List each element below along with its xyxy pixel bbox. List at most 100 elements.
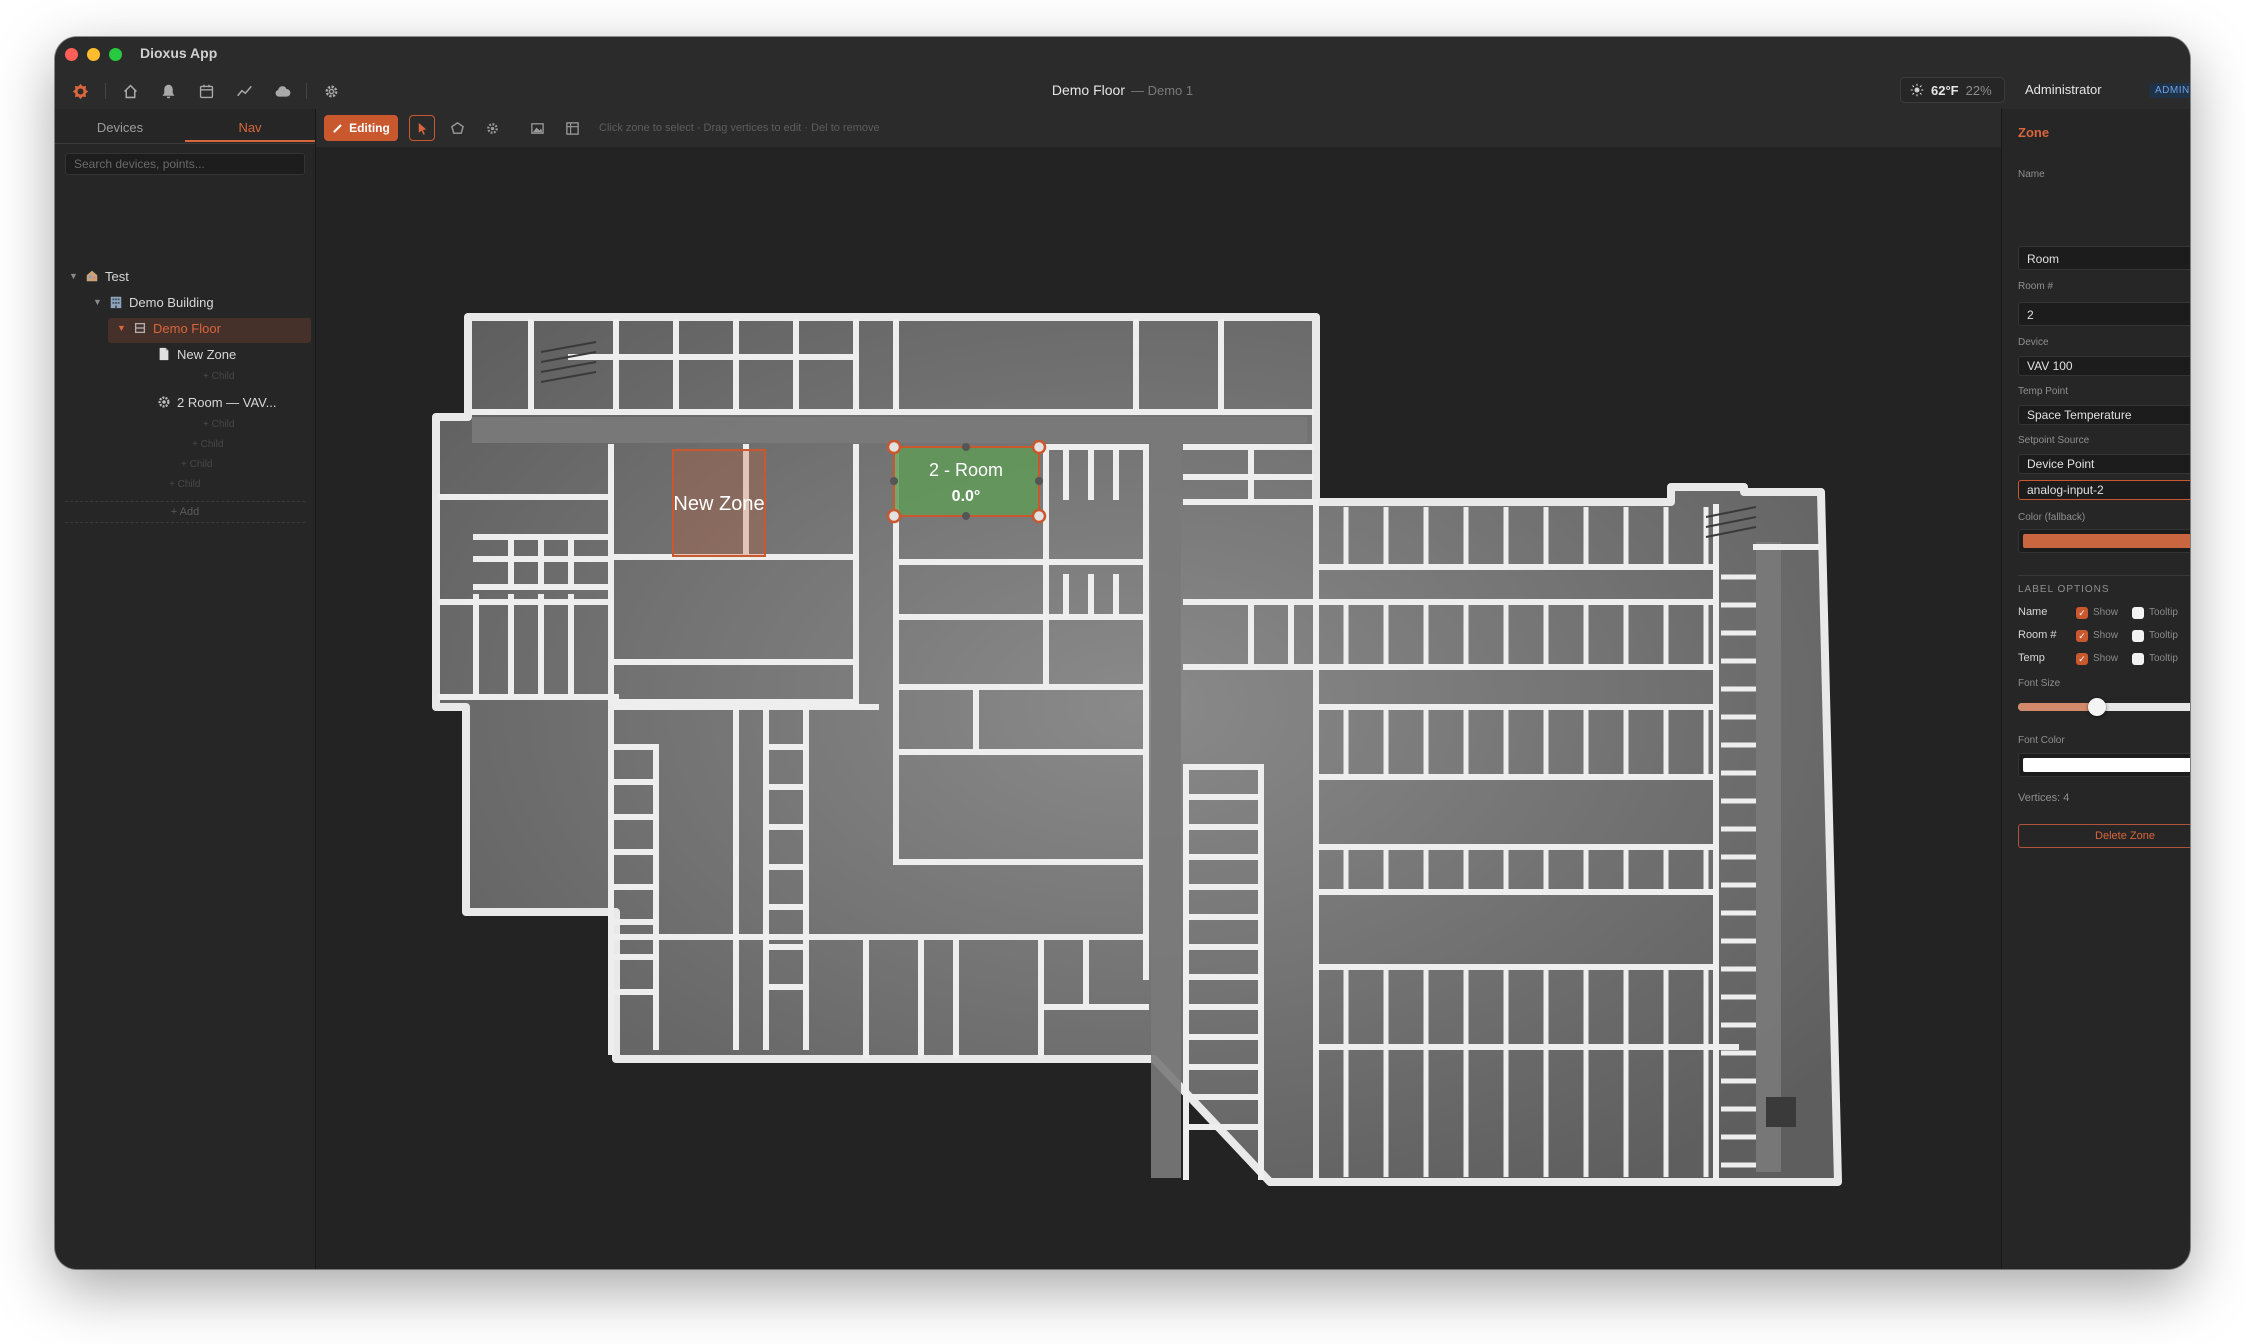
editor-toolbar: Editing Click zone to select · Drag vert… <box>316 109 2001 148</box>
show-label: Show <box>2093 607 2119 618</box>
vertex-handle[interactable] <box>1031 508 1047 524</box>
tooltip-label: Tooltip <box>2149 653 2178 664</box>
show-checkbox[interactable]: ✓ <box>2076 630 2088 642</box>
setpoint-source-select[interactable]: Device Point⬍ <box>2018 454 2190 474</box>
device-tool-button[interactable] <box>479 115 505 141</box>
image-icon <box>530 122 544 134</box>
tree-item-new-zone[interactable]: New Zone <box>157 342 236 366</box>
tooltip-checkbox[interactable] <box>2132 630 2144 642</box>
tooltip-checkbox[interactable] <box>2132 653 2144 665</box>
show-label: Show <box>2093 630 2119 641</box>
tooltip-checkbox[interactable] <box>2132 607 2144 619</box>
tree-item-label: Demo Building <box>129 294 214 310</box>
grid-tool-button[interactable] <box>559 115 585 141</box>
midpoint-handle[interactable] <box>890 477 898 485</box>
chevron-down-icon[interactable]: ▼ <box>69 271 79 281</box>
close-window-button[interactable] <box>65 48 78 61</box>
label-option-room: Room # ✓ Show Tooltip <box>2018 628 2190 644</box>
search-input[interactable] <box>65 153 305 175</box>
setpoint-source-label: Setpoint Source <box>2018 435 2090 446</box>
vertex-handle[interactable] <box>886 508 902 524</box>
app-title: Dioxus App <box>140 45 218 61</box>
grid-icon <box>565 121 579 135</box>
setpoint-source-value: Device Point <box>2027 457 2095 471</box>
color-fallback-picker[interactable] <box>2018 529 2190 553</box>
vertex-handle[interactable] <box>886 439 902 455</box>
user-name[interactable]: Administrator <box>2025 82 2102 97</box>
add-child-ghost[interactable]: + Child <box>192 439 223 450</box>
tree-item-label: Demo Floor <box>153 320 221 336</box>
chevron-down-icon[interactable]: ▼ <box>93 297 103 307</box>
temp-point-select[interactable]: Space Temperature⬍ <box>2018 405 2190 425</box>
zone-properties-panel: Zone Name Room Room # 2 Device VAV 100⬍ … <box>2001 109 2190 1269</box>
name-label: Name <box>2018 169 2045 180</box>
tooltip-label: Tooltip <box>2149 607 2178 618</box>
tree-item-demo-floor[interactable]: ▼ Demo Floor <box>117 316 221 340</box>
temp-point-select-value: Space Temperature <box>2027 408 2132 422</box>
vertex-count: Vertices: 4 <box>2018 792 2070 804</box>
polygon-tool-button[interactable] <box>444 115 470 141</box>
show-label: Show <box>2093 653 2119 664</box>
font-color-picker[interactable] <box>2018 753 2190 777</box>
font-size-slider[interactable] <box>2018 698 2190 716</box>
gear-icon <box>486 122 498 134</box>
zone-label-room: 2 - Room <box>929 460 1003 480</box>
tree-item-room-vav[interactable]: 2 Room — VAV... <box>157 390 276 414</box>
section-divider <box>2018 575 2190 576</box>
zone-name-field[interactable]: Room <box>2018 246 2190 270</box>
slider-fill <box>2018 703 2098 711</box>
pencil-icon <box>333 124 342 133</box>
page-title: Demo Floor — Demo 1 <box>55 82 2190 98</box>
device-label: Device <box>2018 337 2049 348</box>
page-title-text: Demo Floor <box>1051 82 1125 98</box>
minimize-window-button[interactable] <box>87 48 100 61</box>
font-color-swatch <box>2023 758 2190 772</box>
tree-item-demo-building[interactable]: ▼ Demo Building <box>93 290 214 314</box>
select-tool-button[interactable] <box>409 115 435 141</box>
active-tab-indicator <box>185 140 315 142</box>
font-size-label: Font Size <box>2018 678 2061 689</box>
midpoint-handle[interactable] <box>1035 477 1043 485</box>
option-name: Room # <box>2018 629 2057 641</box>
room-number-label: Room # <box>2018 281 2054 292</box>
chevron-down-icon[interactable]: ▼ <box>117 323 127 333</box>
tree-item-label: Test <box>105 268 129 284</box>
midpoint-handle[interactable] <box>962 443 970 451</box>
tree-item-label: New Zone <box>177 346 237 362</box>
sidebar-tabs: Devices Nav <box>55 109 315 144</box>
zone-temp-label: 0.0° <box>952 488 981 505</box>
tab-devices[interactable]: Devices <box>55 120 185 135</box>
show-checkbox[interactable]: ✓ <box>2076 653 2088 665</box>
zone-new-zone[interactable]: New Zone <box>672 449 766 557</box>
setpoint-point-select[interactable]: analog-input-2⬍ <box>2018 480 2190 500</box>
add-child-ghost[interactable]: + Child <box>169 479 200 490</box>
editing-toggle-button[interactable]: Editing <box>324 115 398 141</box>
device-select[interactable]: VAV 100⬍ <box>2018 356 2190 376</box>
add-node-button[interactable]: + Add <box>65 501 305 523</box>
zoom-window-button[interactable] <box>109 48 122 61</box>
sidebar: Devices Nav ▼ Test ▼ Demo Building ▼ Dem… <box>55 109 316 1269</box>
tree-item-label: 2 Room — VAV... <box>177 394 277 410</box>
midpoint-handle[interactable] <box>962 512 970 520</box>
tab-nav[interactable]: Nav <box>185 120 315 135</box>
zone-room-2[interactable]: 2 - Room 0.0° <box>886 439 1047 524</box>
image-tool-button[interactable] <box>524 115 550 141</box>
app-window: Dioxus App Demo Floor — Demo 1 62°F 22% … <box>55 37 2190 1269</box>
vertex-handle[interactable] <box>1031 439 1047 455</box>
option-name: Name <box>2018 606 2048 618</box>
floor-plan-canvas[interactable]: New Zone 2 - Room 0.0° <box>316 147 2001 1269</box>
editing-label: Editing <box>349 121 390 135</box>
tree-item-test[interactable]: ▼ Test <box>69 264 129 288</box>
room-number-field[interactable]: 2 <box>2018 302 2190 326</box>
slider-handle[interactable] <box>2088 698 2107 716</box>
show-checkbox[interactable]: ✓ <box>2076 607 2088 619</box>
editor-hint: Click zone to select · Drag vertices to … <box>599 122 880 134</box>
weather-humidity: 22% <box>1965 82 1992 98</box>
delete-zone-button[interactable]: Delete Zone <box>2018 824 2190 848</box>
add-child-ghost[interactable]: + Child <box>203 419 234 430</box>
add-child-ghost[interactable]: + Child <box>181 459 212 470</box>
font-color-label: Font Color <box>2018 735 2065 746</box>
floor-icon <box>133 321 147 335</box>
weather-widget[interactable]: 62°F 22% <box>1900 77 2005 103</box>
add-child-ghost[interactable]: + Child <box>203 371 234 382</box>
